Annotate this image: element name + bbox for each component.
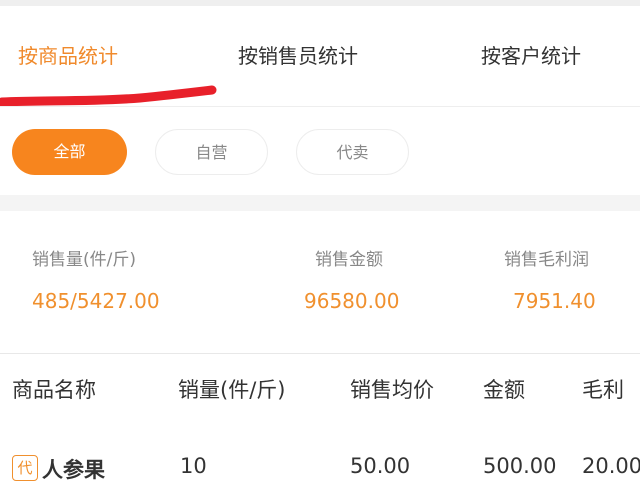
row-gross-profit: 20.00: [582, 454, 640, 478]
row-average-price: 50.00: [350, 454, 411, 478]
section-gap: [0, 195, 640, 211]
filter-consignment-chip[interactable]: 代卖: [296, 129, 409, 175]
col-quantity: 销量(件/斤): [178, 378, 286, 402]
consignment-badge: 代: [12, 455, 38, 481]
row-quantity: 10: [180, 454, 207, 478]
gross-profit-value: 7951.40: [513, 289, 596, 313]
summary-panel: 销售量(件/斤) 485/5427.00 销售金额 96580.00 销售毛利润…: [0, 211, 640, 353]
sales-amount-value: 96580.00: [304, 289, 400, 313]
col-gross-profit: 毛利: [582, 378, 624, 402]
filter-chips: 全部 自营 代卖: [0, 107, 640, 195]
sales-amount-label: 销售金额: [315, 250, 383, 270]
col-product-name: 商品名称: [12, 378, 96, 402]
table-row[interactable]: 代 人参果 10 50.00 500.00 20.00: [0, 424, 640, 483]
sales-volume-label: 销售量(件/斤): [32, 250, 136, 270]
col-amount: 金额: [483, 378, 525, 402]
filter-all-chip[interactable]: 全部: [12, 129, 127, 175]
tab-by-customer[interactable]: 按客户统计: [481, 36, 581, 76]
product-name: 人参果: [42, 458, 105, 482]
gross-profit-label: 销售毛利润: [504, 250, 589, 270]
row-amount: 500.00: [483, 454, 557, 478]
table-header: 商品名称 销量(件/斤) 销售均价 金额 毛利: [0, 354, 640, 424]
tab-by-product[interactable]: 按商品统计: [18, 36, 118, 76]
col-average-price: 销售均价: [350, 378, 434, 402]
sales-volume-value: 485/5427.00: [32, 289, 160, 313]
filter-self-operated-chip[interactable]: 自营: [155, 129, 268, 175]
tab-by-salesperson[interactable]: 按销售员统计: [238, 36, 358, 76]
